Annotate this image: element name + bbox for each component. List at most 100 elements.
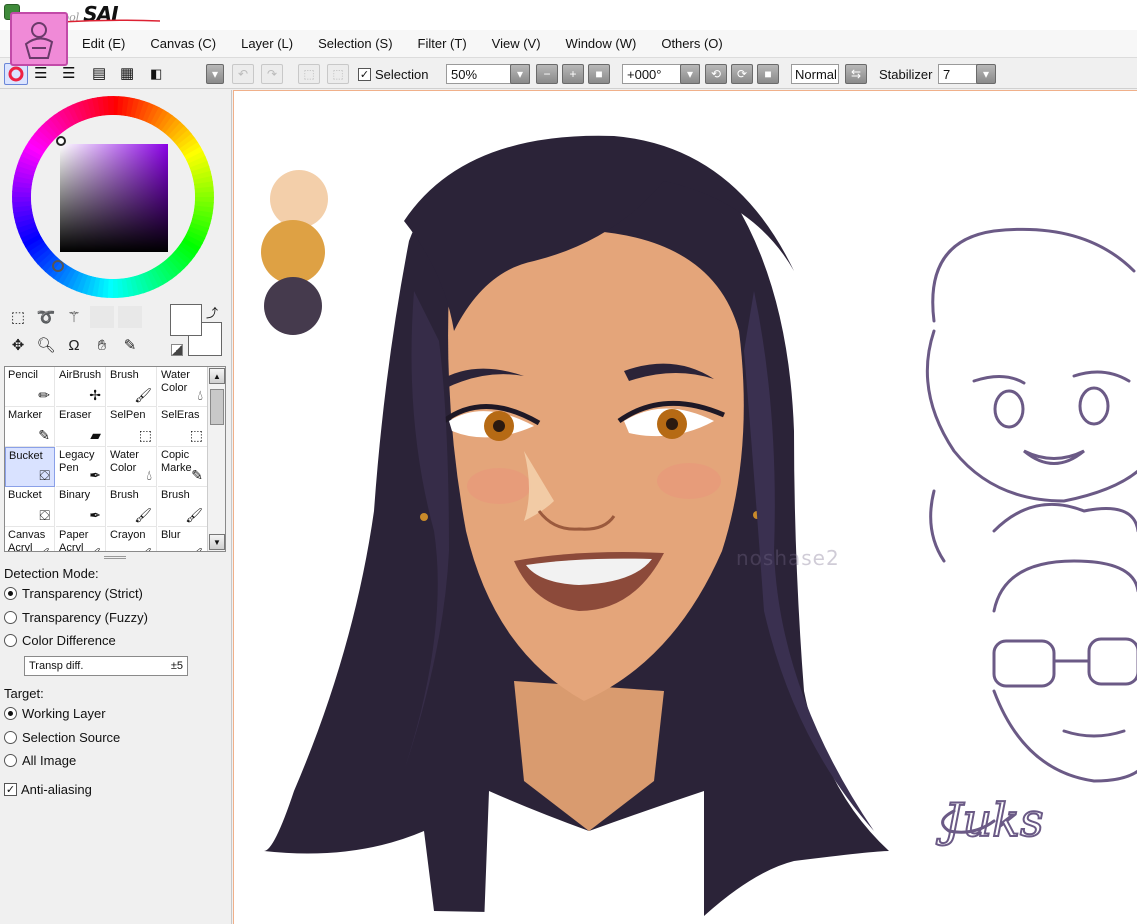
- transp-diff-slider[interactable]: Transp diff. ±5: [24, 656, 188, 676]
- menu-item[interactable]: Others (O): [661, 36, 722, 51]
- menu-item[interactable]: Layer (L): [241, 36, 293, 51]
- palette-swatch-gold: [261, 220, 325, 284]
- antialiasing-label: Anti-aliasing: [21, 782, 92, 797]
- zoom-tool[interactable]: 🔍︎: [34, 334, 58, 356]
- brush-slot[interactable]: AirBrush ✢: [56, 367, 106, 407]
- brush-slot[interactable]: Blur 🖌︎: [158, 527, 208, 551]
- antialiasing-option[interactable]: ✓ Anti-aliasing: [4, 782, 92, 797]
- brush-slot[interactable]: Marker ✎: [5, 407, 55, 447]
- selection-toggle[interactable]: ✓ Selection: [358, 64, 428, 84]
- rotate-tool[interactable]: Ω: [62, 334, 86, 356]
- foreground-color-swatch[interactable]: [170, 304, 202, 336]
- target-option-selection-source[interactable]: Selection Source: [4, 730, 120, 745]
- reset-icon: ■: [595, 67, 603, 81]
- radio-button[interactable]: [4, 754, 17, 767]
- zoom-dropdown[interactable]: ▾: [510, 64, 530, 84]
- brush-slot[interactable]: Binary ✒︎: [56, 487, 106, 527]
- stabilizer-dropdown[interactable]: ▾: [976, 64, 996, 84]
- deselect-button[interactable]: ⬚: [298, 64, 320, 84]
- zoom-out-button[interactable]: −: [536, 64, 558, 84]
- title-bar: Paint Tool SAI: [0, 0, 1137, 30]
- swatches-tab[interactable]: ▦: [120, 64, 142, 84]
- brush-slot[interactable]: Water Color 💧︎: [158, 367, 208, 407]
- radio-button[interactable]: [4, 634, 17, 647]
- target-option-working-layer[interactable]: Working Layer: [4, 706, 106, 721]
- rotation-reset-button[interactable]: ■: [757, 64, 779, 84]
- brush-slot[interactable]: Canvas Acryl🖌︎: [5, 527, 55, 551]
- selection-checkbox[interactable]: ✓: [358, 67, 371, 81]
- target-option-all-image[interactable]: All Image: [4, 753, 76, 768]
- brush-slot[interactable]: Pencil ✏︎: [5, 367, 55, 407]
- flip-horizontal-button[interactable]: ⇆: [845, 64, 867, 84]
- lasso-tool[interactable]: ➰: [34, 306, 58, 328]
- artwork[interactable]: Juks: [234, 91, 1137, 924]
- eyedropper-tool[interactable]: ✎: [118, 334, 142, 356]
- brush-slot[interactable]: SelEras ⬚: [158, 407, 208, 447]
- undo-button[interactable]: ↶: [232, 64, 254, 84]
- rotate-cw-button[interactable]: ⟳: [731, 64, 753, 84]
- rotate-ccw-button[interactable]: ⟲: [705, 64, 727, 84]
- detection-option-strict[interactable]: Transparency (Strict): [4, 586, 143, 601]
- reset-icon: ■: [764, 67, 772, 81]
- brush-slot-label: Legacy Pen: [59, 449, 95, 474]
- menu-item[interactable]: View (V): [492, 36, 541, 51]
- blend-mode-field[interactable]: Normal: [791, 64, 839, 84]
- hand-tool[interactable]: ✋︎: [90, 334, 114, 356]
- menu-items: Edit (E) Canvas (C) Layer (L) Selection (S)…: [82, 36, 748, 51]
- menu-item[interactable]: Window (W): [566, 36, 637, 51]
- panel-resize-grip[interactable]: [104, 556, 126, 559]
- brush-slot[interactable]: Bucket ⛋: [5, 447, 55, 487]
- redo-button[interactable]: ↷: [261, 64, 283, 84]
- sv-picker-handle[interactable]: [56, 136, 66, 146]
- detection-option-fuzzy[interactable]: Transparency (Fuzzy): [4, 610, 148, 625]
- mixer-tab[interactable]: ▤: [92, 64, 114, 84]
- brush-slot[interactable]: Brush 🖌︎: [107, 487, 157, 527]
- brush-slot[interactable]: Bucket ⛋: [5, 487, 55, 527]
- color-wheel-graphic[interactable]: [10, 94, 216, 300]
- brush-grid-scrollbar[interactable]: ▲ ▼: [207, 367, 225, 551]
- hsv-slider-tab[interactable]: ☰: [62, 64, 82, 84]
- brush-slot[interactable]: Brush 🖌︎: [107, 367, 157, 407]
- radio-button[interactable]: [4, 731, 17, 744]
- scroll-down-button[interactable]: ▼: [209, 534, 225, 550]
- brush-slot[interactable]: SelPen ⬚: [107, 407, 157, 447]
- brush-slot[interactable]: Copic Marke ✎: [158, 447, 208, 487]
- document-icon[interactable]: [10, 12, 68, 66]
- detection-option-color-diff[interactable]: Color Difference: [4, 633, 116, 648]
- tool-panel: ⬚ ➰ ⚚ ✥ 🔍︎ Ω ✋︎ ✎ ⤴ Blur🖌︎Crayon🖌︎Paper …: [0, 90, 232, 924]
- brush-slot[interactable]: Water Color 💧︎: [107, 447, 157, 487]
- rgb-slider-tab[interactable]: ☰: [34, 64, 54, 84]
- rotation-dropdown[interactable]: ▾: [680, 64, 700, 84]
- brush-slot[interactable]: Brush 🖌︎: [158, 487, 208, 527]
- magic-wand-tool[interactable]: ⚚: [62, 306, 86, 328]
- antialiasing-checkbox[interactable]: ✓: [4, 783, 17, 796]
- transp-diff-value: ±5: [170, 660, 183, 672]
- invert-selection-button[interactable]: ⬚: [327, 64, 349, 84]
- brush-slot[interactable]: Legacy Pen ✒︎: [56, 447, 106, 487]
- scroll-thumb[interactable]: [210, 389, 224, 425]
- zoom-in-button[interactable]: +: [562, 64, 584, 84]
- menu-item[interactable]: Selection (S): [318, 36, 392, 51]
- swap-colors-icon[interactable]: ⤴: [206, 304, 218, 321]
- menu-item[interactable]: Edit (E): [82, 36, 125, 51]
- scratchpad-tab[interactable]: ◧: [150, 64, 170, 84]
- zoom-reset-button[interactable]: ■: [588, 64, 610, 84]
- menu-item[interactable]: Filter (T): [418, 36, 467, 51]
- move-tool[interactable]: ✥: [6, 334, 30, 356]
- brush-slot[interactable]: Crayon 🖌︎: [107, 527, 157, 551]
- radio-button[interactable]: [4, 611, 17, 624]
- brush-slot[interactable]: Paper Acryl🖌︎: [56, 527, 106, 551]
- menu-item[interactable]: Canvas (C): [150, 36, 216, 51]
- radio-button[interactable]: [4, 707, 17, 720]
- brand-swoosh-icon: [60, 19, 160, 23]
- view-menu-dropdown[interactable]: ▾: [206, 64, 224, 84]
- rect-select-tool[interactable]: ⬚: [6, 306, 30, 328]
- reset-colors-icon[interactable]: [171, 344, 183, 356]
- detection-option-label: Transparency (Fuzzy): [22, 610, 148, 625]
- color-wheel[interactable]: [10, 94, 216, 300]
- scroll-up-button[interactable]: ▲: [209, 368, 225, 384]
- brush-slot[interactable]: Eraser ▰: [56, 407, 106, 447]
- drawing-canvas[interactable]: Juks noshase2: [233, 90, 1137, 924]
- brush-slot-label: Marker: [8, 409, 43, 421]
- radio-button[interactable]: [4, 587, 17, 600]
